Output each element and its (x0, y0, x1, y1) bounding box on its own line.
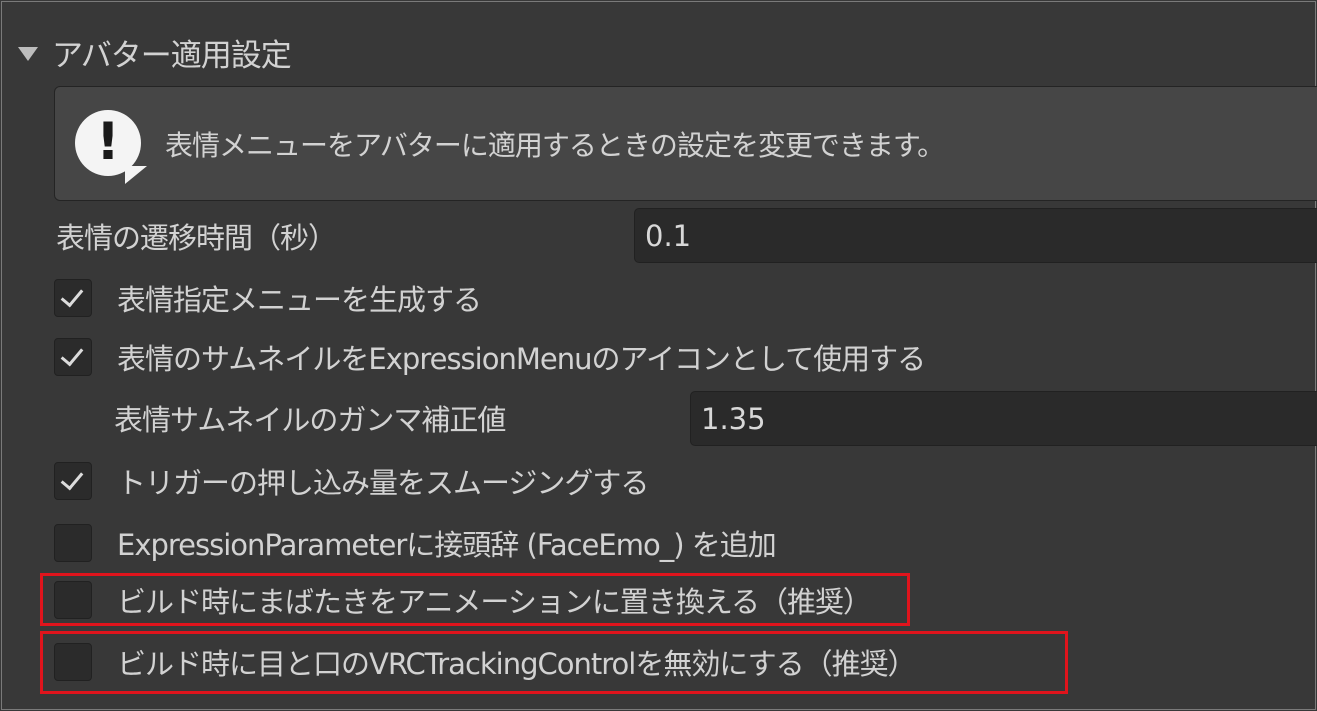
option-row-parameter-prefix[interactable]: ExpressionParameterに接頭辞 (FaceEmo_) を追加 (54, 521, 777, 565)
option-row-generate-menu[interactable]: 表情指定メニューを生成する (54, 276, 482, 320)
section-title: アバター適用設定 (52, 37, 292, 74)
gamma-field[interactable]: 1.35 (690, 391, 1317, 446)
triangle-down-icon[interactable] (18, 47, 38, 61)
replace-blink-label: ビルド時にまばたきをアニメーションに置き換える（推奨） (117, 585, 872, 619)
replace-blink-checkbox[interactable] (54, 581, 92, 619)
transition-time-row: 表情の遷移時間（秒） (56, 214, 337, 258)
option-row-replace-blink[interactable]: ビルド時にまばたきをアニメーションに置き換える（推奨） (54, 578, 872, 622)
thumbnail-icon-label: 表情のサムネイルをExpressionMenuのアイコンとして使用する (117, 342, 926, 376)
trigger-smoothing-label: トリガーの押し込み量をスムージングする (117, 466, 649, 500)
disable-tracking-label: ビルド時に目と口のVRCTrackingControlを無効にする（推奨） (117, 647, 917, 681)
option-row-disable-tracking[interactable]: ビルド時に目と口のVRCTrackingControlを無効にする（推奨） (54, 640, 917, 684)
option-row-thumbnail-icon[interactable]: 表情のサムネイルをExpressionMenuのアイコンとして使用する (54, 335, 926, 379)
generate-menu-checkbox[interactable] (54, 279, 92, 317)
help-box: ! 表情メニューをアバターに適用するときの設定を変更できます。 (54, 86, 1317, 201)
section-foldout-avatar-apply[interactable]: アバター適用設定 (18, 30, 292, 74)
parameter-prefix-checkbox[interactable] (54, 524, 92, 562)
help-message: 表情メニューをアバターに適用するときの設定を変更できます。 (165, 128, 945, 162)
thumbnail-icon-checkbox[interactable] (54, 338, 92, 376)
transition-time-label: 表情の遷移時間（秒） (56, 221, 337, 255)
disable-tracking-checkbox[interactable] (54, 643, 92, 681)
checkmark-icon (60, 466, 84, 491)
checkmark-icon (60, 283, 84, 308)
gamma-label: 表情サムネイルのガンマ補正値 (114, 403, 506, 437)
gamma-row: 表情サムネイルのガンマ補正値 (114, 396, 506, 440)
checkmark-icon (60, 342, 84, 367)
option-row-trigger-smoothing[interactable]: トリガーの押し込み量をスムージングする (54, 459, 649, 503)
generate-menu-label: 表情指定メニューを生成する (117, 283, 482, 317)
speech-bubble-exclamation-icon: ! (69, 104, 149, 184)
parameter-prefix-label: ExpressionParameterに接頭辞 (FaceEmo_) を追加 (117, 528, 777, 562)
trigger-smoothing-checkbox[interactable] (54, 462, 92, 500)
transition-time-field[interactable]: 0.1 (634, 208, 1317, 263)
